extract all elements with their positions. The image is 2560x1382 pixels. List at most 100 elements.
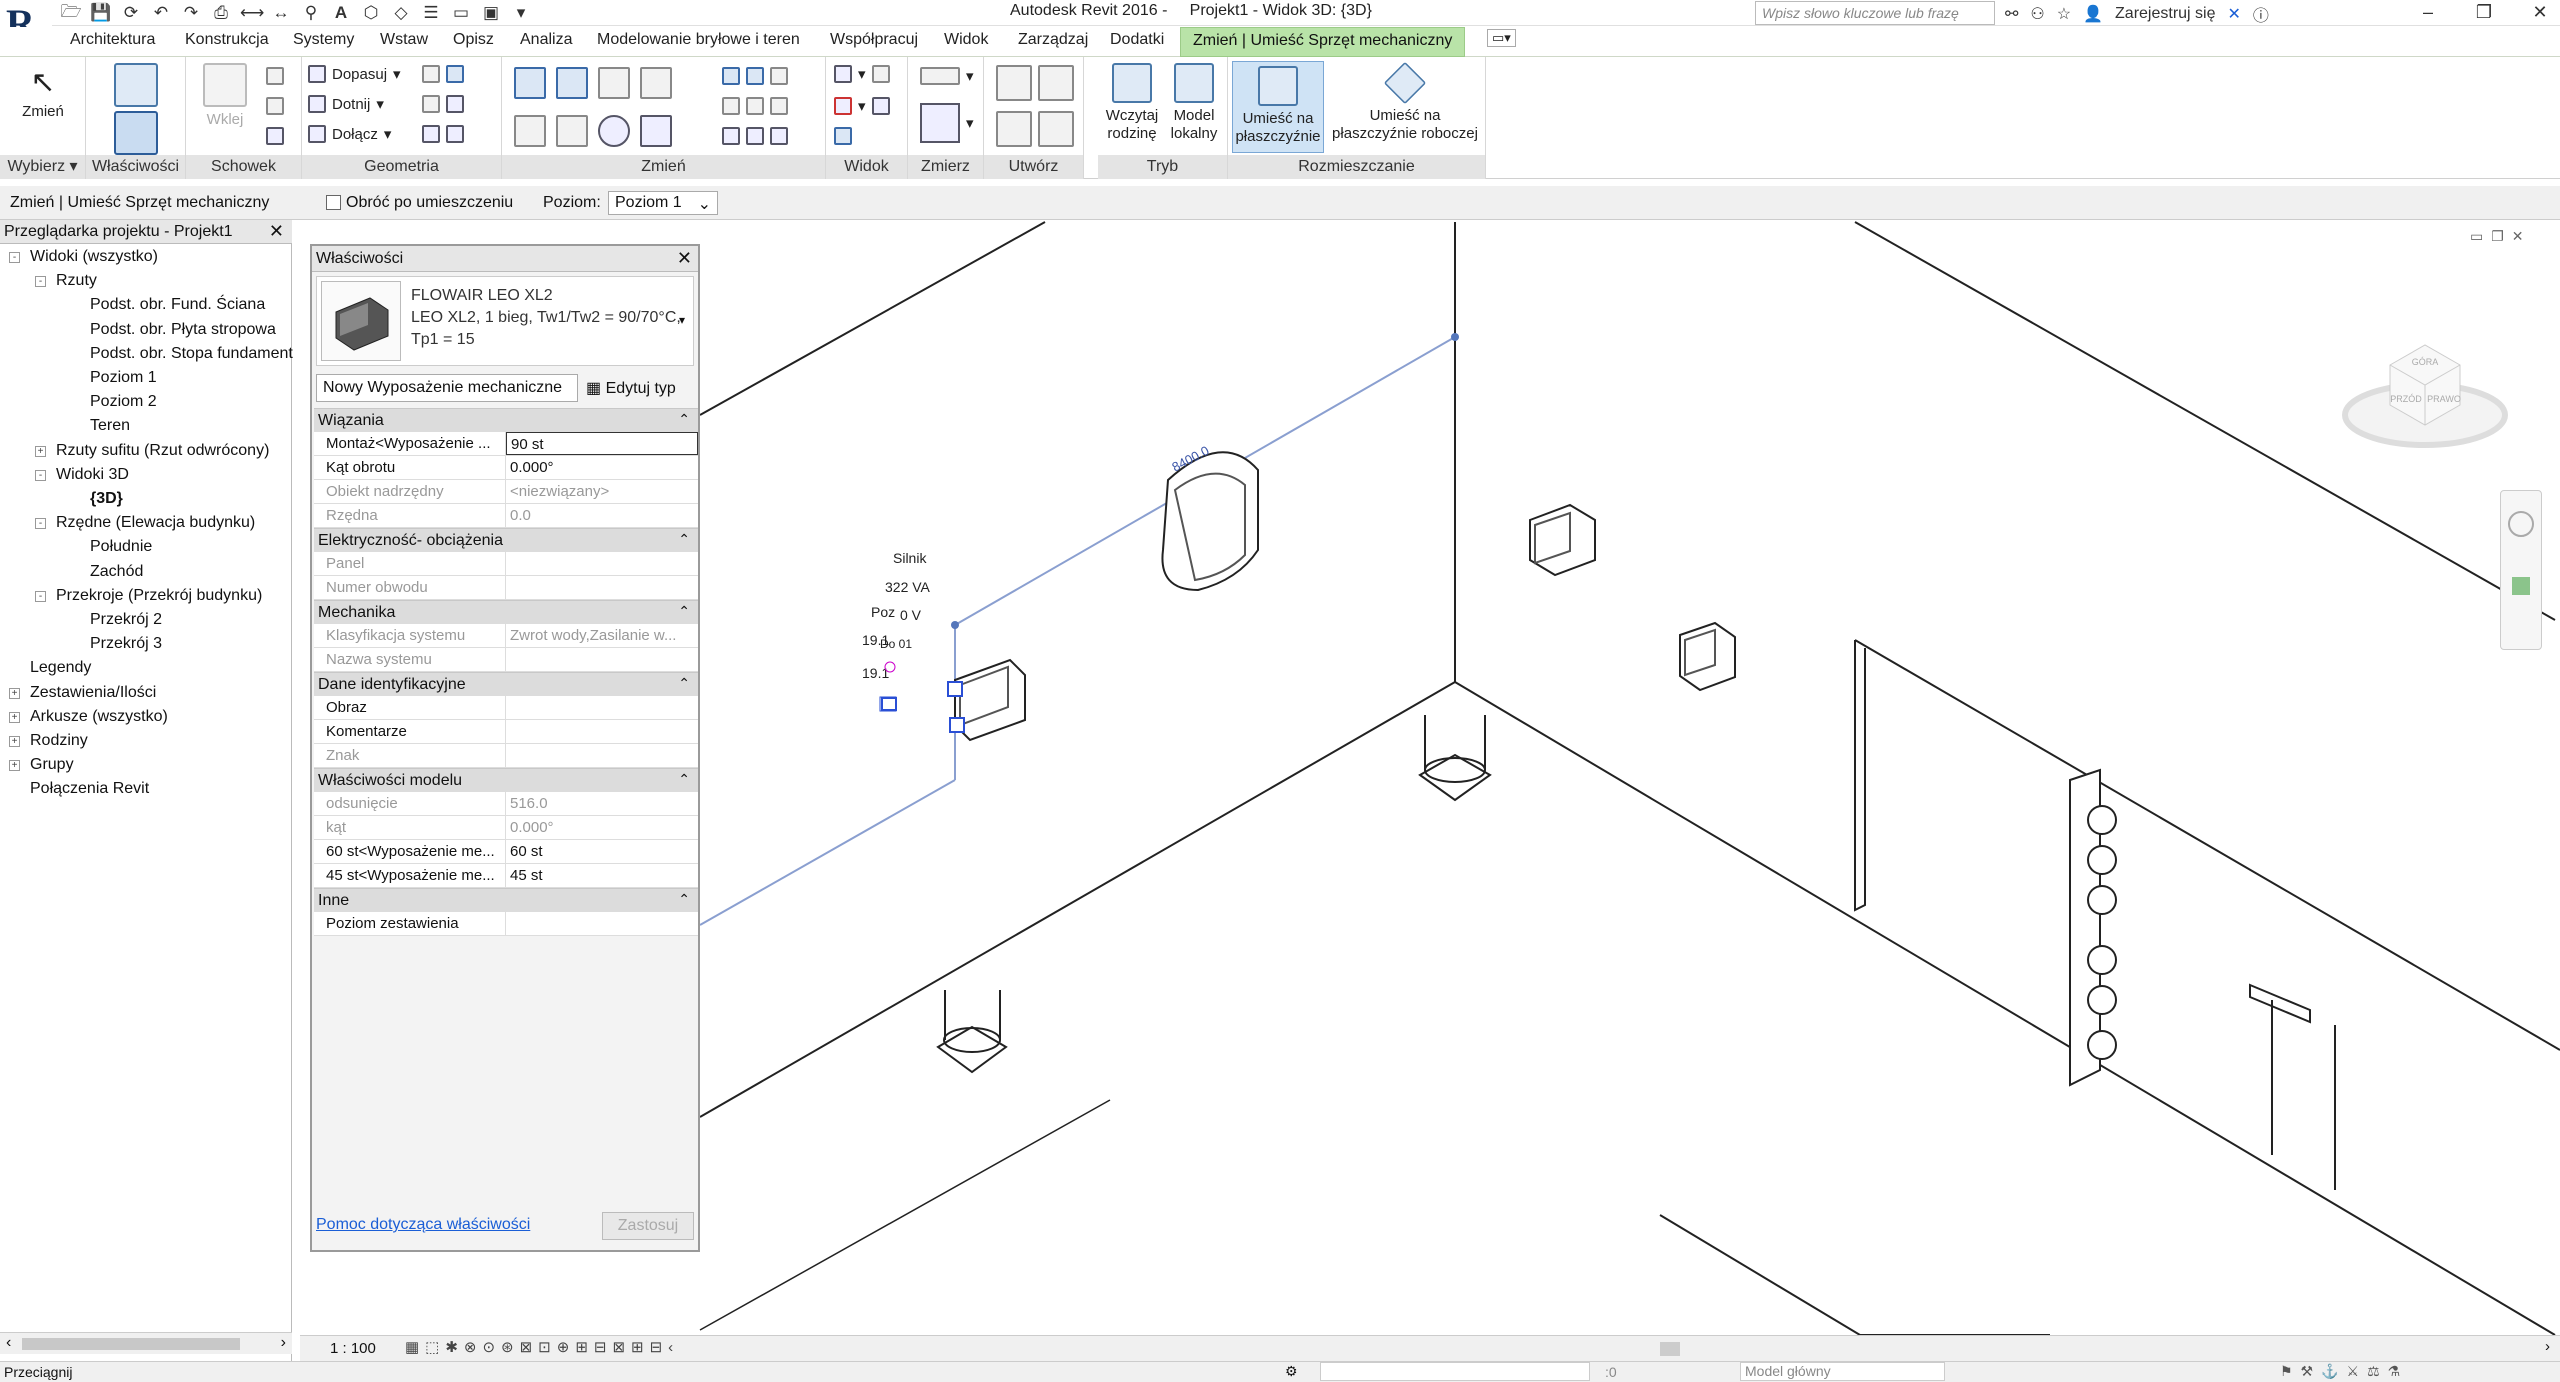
property-value[interactable] [506,696,698,719]
close-icon[interactable]: ✕ [677,248,692,269]
modify-tools-row-3[interactable] [722,67,788,85]
collapse-icon[interactable]: ⌃ [678,771,690,788]
thin-lines-icon[interactable]: ☰ [420,3,442,23]
browser-item[interactable]: Przekroje (Przekrój budynku) [56,587,262,605]
browser-item[interactable]: Widoki (wszystko) [30,248,158,266]
browser-item[interactable]: Poziom 1 [90,369,157,387]
zoom-icon[interactable] [2512,577,2530,595]
browser-horizontal-scrollbar[interactable]: ‹ › [0,1332,292,1354]
tree-expander[interactable]: + [35,445,46,457]
save-icon[interactable]: 💾 [90,3,112,23]
worksets-icon[interactable]: ⚙ [1285,1363,1298,1380]
browser-item[interactable]: Przekrój 3 [90,635,162,653]
instance-filter-select[interactable]: Nowy Wyposażenie mechaniczne [316,374,578,402]
sign-in-link[interactable]: Zarejestruj się [2115,5,2215,23]
browser-item[interactable]: Zachód [90,563,143,581]
property-section-header[interactable]: Dane identyfikacyjne ⌃ [314,672,698,696]
tree-expander[interactable]: + [9,687,20,699]
type-selector[interactable]: FLOWAIR LEO XL2 LEO XL2, 1 bieg, Tw1/Tw2… [316,276,694,366]
undo-icon[interactable]: ↶ [150,3,172,23]
property-section-header[interactable]: Inne ⌃ [314,888,698,912]
open-icon[interactable]: 🗁 [60,0,82,28]
tab-overflow-dropdown[interactable]: ▭▾ [1487,29,1516,47]
browser-item[interactable]: Poziom 2 [90,393,157,411]
view-tools-2[interactable]: ▾ [834,97,890,115]
modify-tools-row-5[interactable] [722,127,788,145]
tree-expander[interactable]: - [35,469,46,481]
tab-zmien-umiesc[interactable]: Zmień | Umieść Sprzęt mechaniczny [1180,27,1466,57]
browser-item[interactable]: Arkusze (wszystko) [30,708,168,726]
tab-opisz[interactable]: Opisz [453,31,494,49]
load-family-button[interactable]: Wczytaj rodzinę [1102,63,1162,143]
cope-button[interactable]: Dopasuj ▾ [308,65,401,83]
type-properties-button[interactable] [111,63,161,111]
dimension-button[interactable]: ▾ [920,103,974,143]
view-control-icons[interactable]: ▦⬚✱⊗⊙⊛⊠⊡⊕⊞⊟⊠⊞⊟‹ [405,1338,679,1356]
collapse-icon[interactable]: ⌃ [678,675,690,692]
user-icon[interactable]: 👤 [2083,4,2103,24]
tab-analiza[interactable]: Analiza [520,31,572,49]
modify-tools-row-4[interactable] [722,97,788,115]
group-wybierz-label[interactable]: Wybierz ▾ [0,155,85,179]
browser-item[interactable]: Rodziny [30,732,88,750]
in-place-model-button[interactable]: Model lokalny [1164,63,1224,143]
tree-expander[interactable]: - [35,276,46,288]
text-icon[interactable]: A [330,3,352,23]
create-tools-2[interactable] [996,111,1074,147]
property-value[interactable]: 60 st [506,840,698,863]
tab-widok[interactable]: Widok [944,31,988,49]
design-option-select[interactable]: Model główny [1740,1362,1945,1381]
browser-item[interactable]: Rzuty sufitu (Rzut odwrócony) [56,442,269,460]
browser-item[interactable]: Połączenia Revit [30,780,149,798]
browser-item[interactable]: Rzędne (Elewacja budynku) [56,514,255,532]
collapse-icon[interactable]: ⌃ [678,603,690,620]
browser-item[interactable]: Widoki 3D [56,466,129,484]
minimize-view-icon[interactable]: ▭ [2470,228,2483,245]
browser-item[interactable]: Teren [90,417,130,435]
create-tools-1[interactable] [996,65,1074,101]
apply-button[interactable]: Zastosuj [602,1212,694,1240]
exchange-icon[interactable]: ✕ [2228,4,2241,24]
navigation-bar[interactable] [2500,490,2542,650]
browser-item[interactable]: Podst. obr. Stopa fundament [90,345,293,363]
restore-icon[interactable]: ❐ [2456,0,2512,24]
tab-wstaw[interactable]: Wstaw [380,31,428,49]
browser-item[interactable]: Rzuty [56,272,97,290]
paste-button[interactable]: Wklej [200,63,250,129]
collapse-icon[interactable]: ⌃ [678,411,690,428]
chevron-down-icon[interactable]: ▾ [679,313,685,327]
view-scale[interactable]: 1 : 100 [330,1340,376,1357]
minimize-icon[interactable]: – [2400,0,2456,24]
close-view-icon[interactable]: ✕ [2512,228,2524,245]
modify-tools-row-1[interactable] [514,67,672,99]
rotate-after-placement-checkbox[interactable] [326,195,341,210]
geometry-tools-1[interactable] [422,65,464,83]
tab-architektura[interactable]: Architektura [70,31,155,49]
browser-item[interactable]: Podst. obr. Fund. Ściana [90,296,265,314]
browser-item[interactable]: Podst. obr. Płyta stropowa [90,321,276,339]
geometry-tools-2[interactable] [422,95,464,113]
chevron-right-icon[interactable]: › [2545,1338,2550,1355]
property-section-header[interactable]: Właściwości modelu ⌃ [314,768,698,792]
measure-icon[interactable]: ⟷ [240,3,264,23]
sync-icon[interactable]: ⟳ [120,3,142,23]
selection-filter-icons[interactable]: ⚑⚒⚓⚔⚖⚗ [2280,1363,2408,1380]
3d-view-icon[interactable]: ⬡ [360,3,382,23]
level-select[interactable]: Poziom 1 ⌄ [608,191,718,215]
view-scroll-thumb[interactable] [1660,1342,1680,1356]
browser-item[interactable]: Grupy [30,756,74,774]
place-on-face-button[interactable]: Umieść na płaszczyźnie [1232,61,1324,153]
measure-button[interactable]: ▾ [920,67,974,85]
view-tools-3[interactable] [834,127,852,145]
place-on-workplane-button[interactable]: Umieść na płaszczyźnie roboczej [1330,61,1480,143]
dimension-icon[interactable]: ↔ [270,3,292,23]
switch-windows-icon[interactable]: ▣ [480,3,502,23]
browser-item[interactable]: {3D} [90,490,123,508]
property-value[interactable] [506,720,698,743]
help-icon[interactable]: ⓘ [2253,2,2269,26]
browser-item[interactable]: Południe [90,538,152,556]
join-button[interactable]: Dołącz ▾ [308,125,391,143]
favorites-icon[interactable]: ☆ [2057,4,2071,24]
restore-view-icon[interactable]: ❐ [2491,228,2504,245]
binoculars-icon[interactable]: ⚯ [2005,4,2018,24]
